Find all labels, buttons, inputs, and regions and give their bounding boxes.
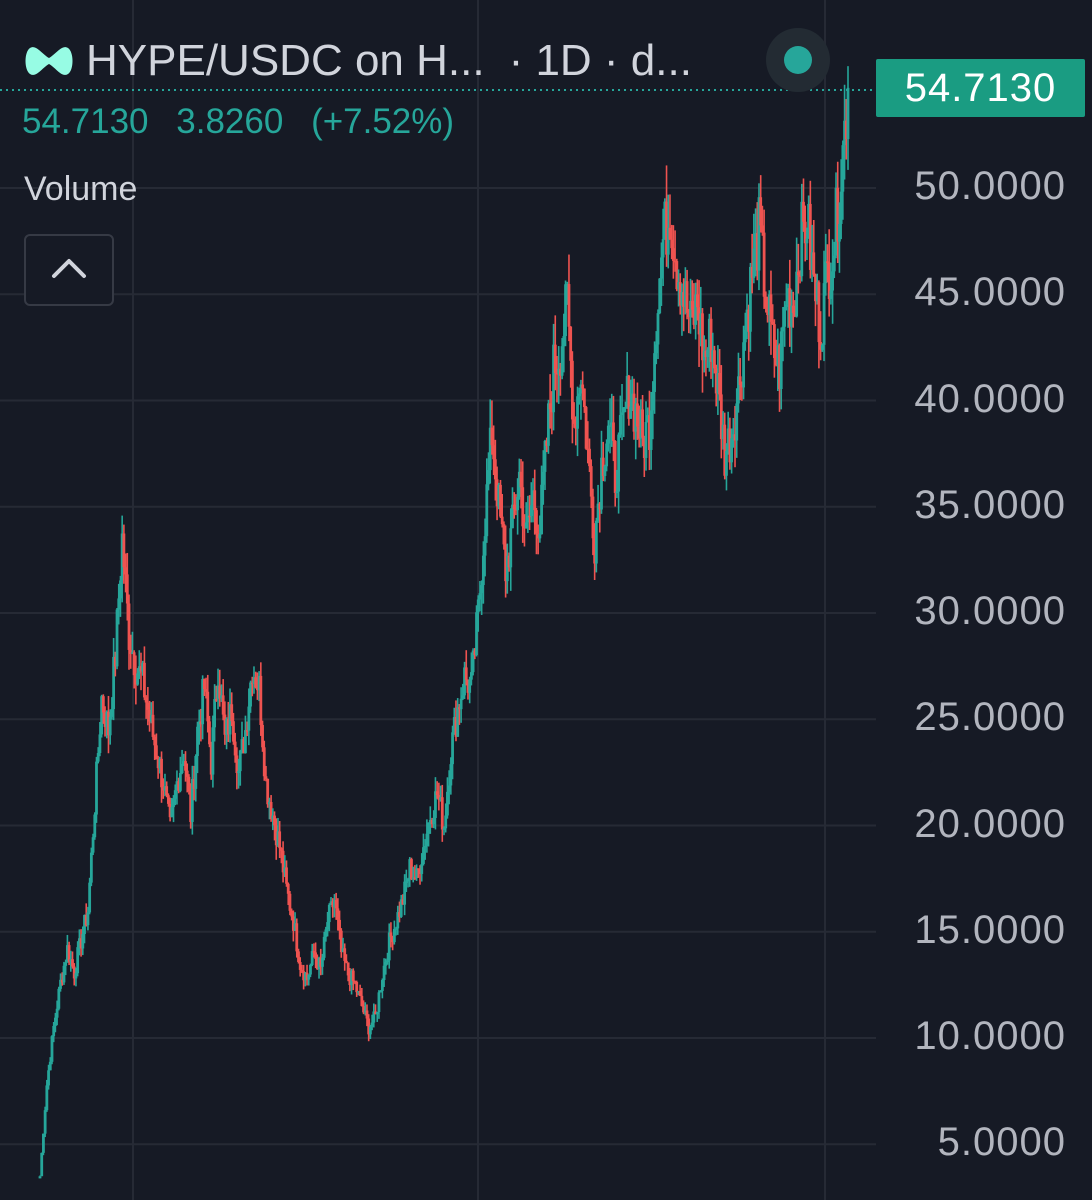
price-axis-label: 20.0000 [914,801,1066,846]
candle-body [213,699,217,728]
chevron-up-icon [51,257,87,284]
candle-body [567,284,571,327]
volume-indicator-label[interactable]: Volume [24,170,137,209]
candle [40,1152,44,1177]
candle-body [451,732,454,765]
candle [617,432,621,514]
interval-label[interactable]: · 1D · d... [509,36,692,86]
candle-body [656,313,660,345]
candle-body [151,714,155,737]
candle-body [345,960,348,963]
candles [38,66,850,1179]
change-percent: (+7.52%) [311,102,455,141]
hyperliquid-logo-icon [22,34,76,88]
price-axis-label: 30.0000 [914,589,1066,633]
candle-body [644,421,648,458]
candle-body [288,893,292,911]
candle-body [43,1110,47,1134]
candle-body [533,490,537,511]
candle-body [355,982,359,993]
candle-body [420,864,424,874]
price-axis-label: 5.0000 [937,1120,1066,1165]
candle-body [208,721,211,745]
candle [95,756,98,823]
candle-body [617,434,621,492]
candle-body [351,970,355,982]
price-axis-label: 50.0000 [914,164,1066,208]
candle-body [612,422,615,441]
live-status-dot-icon [766,28,830,92]
candle-body [327,904,331,923]
candle-body [464,667,468,680]
candle-body [278,831,282,849]
candle-body [538,534,542,539]
price-axis-label: 35.0000 [914,482,1066,527]
candle-body [812,252,816,275]
candle-body [47,1070,50,1086]
symbol-title[interactable]: HYPE/USDC on H... [86,36,485,86]
candle-body [295,923,299,952]
candle [143,646,146,701]
candle-body [40,1152,44,1177]
change-value: 3.8260 [176,102,284,141]
candle-body [685,281,689,313]
candle-body [57,988,61,1009]
candle-body [485,484,489,537]
candle-body [259,675,263,725]
candle-body [64,962,68,966]
candle-body [89,852,93,883]
candle-body [641,409,644,438]
candle-body [805,238,809,244]
candle-body [762,232,766,297]
candle-body [178,773,182,791]
candle-body [594,520,598,564]
price-axis-label: 45.0000 [914,270,1066,315]
collapse-indicators-button[interactable] [24,234,114,306]
candle-body [440,797,444,830]
price-axis-label: 40.0000 [914,376,1066,421]
candle-body [459,698,463,710]
candle-body [661,239,665,258]
ohlc-readout: 54.7130 3.8260 (+7.52%) [22,102,472,142]
candle-body [846,87,850,140]
candle-body [309,964,312,975]
candle-body [285,867,288,884]
candle-body [582,388,586,408]
price-axis-label: 25.0000 [914,695,1066,740]
candle-body [581,384,585,389]
candle-body [377,992,381,1013]
candle-body [509,528,513,568]
candle-body [38,1176,42,1179]
chart-header[interactable]: HYPE/USDC on H... · 1D · d... [22,34,692,88]
candle-body [88,882,92,913]
close-value: 54.7130 [22,102,149,141]
last-price-tag: 54.7130 [876,59,1085,117]
price-axis-label: 15.0000 [914,907,1066,952]
candle [112,637,116,721]
price-axis-label: 10.0000 [914,1014,1066,1058]
candle-body [95,761,98,815]
candle-body [143,662,146,698]
candle [570,351,574,444]
